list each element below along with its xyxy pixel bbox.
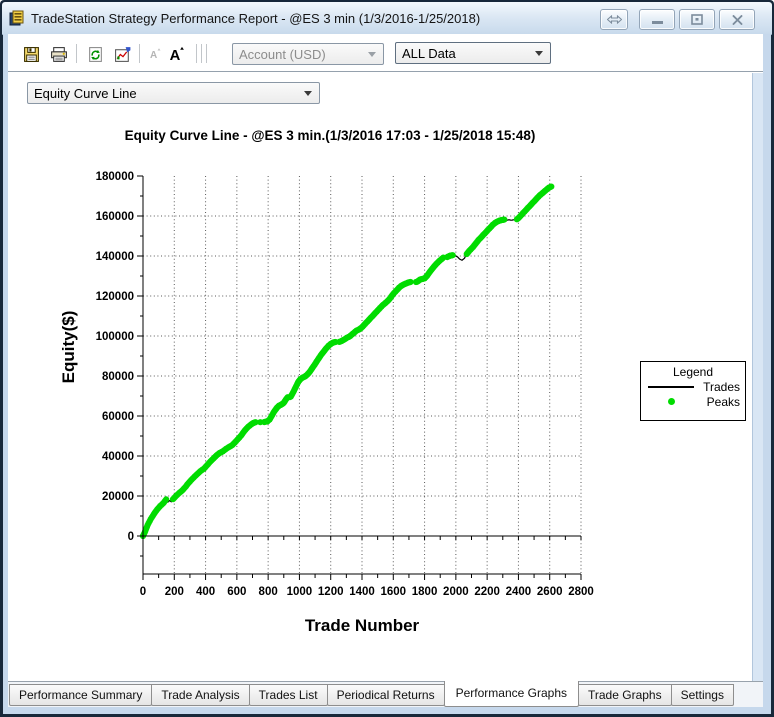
legend-row-peaks: Peaks (641, 394, 745, 409)
peak-dot (501, 216, 508, 223)
y-tick-label: 80000 (102, 371, 134, 383)
chevron-down-icon (535, 51, 543, 56)
y-tick-label: 180000 (96, 171, 134, 183)
x-tick-label: 800 (259, 586, 278, 598)
data-range-combo[interactable]: ALL Data (395, 42, 551, 64)
gridlines (143, 176, 582, 574)
x-tick-label: 1600 (380, 586, 406, 598)
maximize-button[interactable] (679, 9, 715, 30)
chart-title: Equity Curve Line - @ES 3 min.(1/3/2016 … (125, 128, 536, 143)
tab-trade-analysis[interactable]: Trade Analysis (151, 684, 250, 706)
toolbar-separator (139, 44, 140, 63)
save-icon (23, 46, 39, 62)
peaks-label: Peaks (706, 394, 740, 409)
content-scroll-gutter (752, 73, 763, 681)
toolbar-separator (76, 44, 77, 63)
app-icon (9, 10, 24, 26)
peak-dot (449, 252, 456, 259)
graph-type-combo[interactable]: Equity Curve Line (27, 82, 320, 104)
increase-font-icon: A (170, 46, 184, 63)
x-tick-label: 2000 (443, 586, 469, 598)
increase-font-button[interactable]: A (166, 43, 188, 65)
tab-performance-graphs[interactable]: Performance Graphs (443, 681, 579, 707)
y-tick-label: 120000 (96, 291, 134, 303)
close-icon (732, 14, 742, 25)
y-tick-label: 160000 (96, 211, 134, 223)
x-tick-label: 200 (165, 586, 184, 598)
peak-dot (407, 278, 414, 286)
y-axis-title: Equity($) (59, 311, 78, 384)
x-tick-label: 2200 (474, 586, 500, 598)
graph-type-combo-value: Equity Curve Line (34, 85, 137, 101)
trades-line-sample (646, 385, 696, 388)
x-tick-label: 2800 (568, 586, 594, 598)
x-tick-label: 0 (140, 586, 146, 598)
x-tick-label: 1400 (349, 586, 375, 598)
shortcut-button[interactable] (600, 9, 628, 30)
trades-line-path (142, 186, 552, 537)
y-tick-label: 20000 (102, 491, 134, 503)
toolbar-separator (206, 44, 207, 63)
decrease-font-icon: A (150, 48, 161, 61)
legend-row-trades: Trades (641, 379, 745, 394)
chevron-down-icon (368, 52, 376, 57)
tab-settings[interactable]: Settings (670, 684, 734, 706)
refresh-report-icon (88, 46, 102, 62)
axes (137, 175, 582, 580)
x-tick-label: 400 (196, 586, 215, 598)
close-button[interactable] (719, 9, 755, 30)
tab-strip: Performance Summary Trade Analysis Trades … (8, 681, 763, 707)
toolbar-separator (196, 44, 197, 63)
y-tick-label: 40000 (102, 451, 134, 463)
save-button[interactable] (20, 43, 42, 65)
peaks-dot-sample (646, 398, 696, 405)
print-button[interactable] (48, 43, 70, 65)
minimize-button[interactable] (639, 9, 675, 30)
x-tick-label: 2400 (506, 586, 532, 598)
toolbar: A A Account (USD) ALL Data (8, 34, 763, 72)
legend-box: Legend Trades Peaks (640, 361, 746, 421)
y-tick-label: 140000 (96, 251, 134, 263)
format-report-icon (115, 46, 131, 62)
account-combo[interactable]: Account (USD) (232, 43, 384, 65)
x-axis-title: Trade Number (305, 616, 420, 635)
minimize-icon (651, 21, 663, 24)
x-tick-label: 1800 (412, 586, 438, 598)
tab-periodical-returns[interactable]: Periodical Returns (326, 684, 445, 706)
y-tick-label: 60000 (102, 411, 134, 423)
format-report-button[interactable] (112, 43, 134, 65)
refresh-report-button[interactable] (84, 43, 106, 65)
window-title: TradeStation Strategy Performance Report… (31, 10, 481, 26)
print-icon (51, 46, 67, 62)
title-bar: TradeStation Strategy Performance Report… (2, 2, 772, 35)
tab-performance-summary[interactable]: Performance Summary (9, 684, 153, 706)
tab-trades-list[interactable]: Trades List (248, 684, 328, 706)
svg-text:A: A (150, 50, 157, 61)
trades-line (142, 186, 552, 537)
data-range-combo-value: ALL Data (402, 45, 456, 61)
trades-label: Trades (703, 379, 740, 394)
decrease-font-button[interactable]: A (144, 43, 166, 65)
peaks-dots (139, 183, 555, 540)
maximize-icon (691, 14, 703, 25)
legend-title: Legend (672, 365, 714, 379)
y-tick-label: 0 (128, 531, 134, 543)
y-tick-label: 100000 (96, 331, 134, 343)
peak-dot (163, 496, 170, 503)
tick-labels: 0200004000060000800001000001200001400001… (96, 171, 594, 598)
x-tick-label: 1200 (318, 586, 344, 598)
x-tick-label: 600 (227, 586, 246, 598)
tab-trade-graphs[interactable]: Trade Graphs (578, 684, 672, 706)
x-tick-label: 1000 (287, 586, 313, 598)
x-tick-label: 2600 (537, 586, 563, 598)
peak-dot (548, 183, 555, 190)
toolbar-separator (201, 44, 202, 63)
window: TradeStation Strategy Performance Report… (0, 0, 774, 717)
svg-text:A: A (170, 48, 181, 63)
account-combo-value: Account (USD) (239, 46, 326, 62)
double-arrow-icon (606, 15, 622, 24)
equity-curve-chart: Equity Curve Line - @ES 3 min.(1/3/2016 … (59, 128, 594, 635)
chevron-down-icon (304, 91, 312, 96)
